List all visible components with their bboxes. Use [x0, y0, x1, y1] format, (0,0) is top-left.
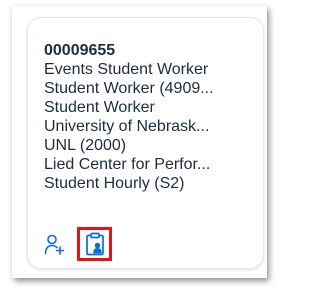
- position-card[interactable]: 00009655 Events Student Worker Student W…: [27, 17, 264, 269]
- employee-class: Student Hourly (S2): [44, 175, 185, 192]
- add-user-button[interactable]: [44, 233, 66, 255]
- assign-employee-button[interactable]: [77, 227, 112, 261]
- organization: University of Nebrask...: [44, 118, 210, 135]
- position-id: 00009655: [44, 42, 116, 59]
- position-title: Events Student Worker: [44, 61, 209, 78]
- job-title: Student Worker: [44, 99, 155, 116]
- company-code: UNL (2000): [44, 137, 127, 154]
- card-actions: [42, 224, 122, 264]
- clipboard-user-icon: [86, 232, 104, 256]
- department: Lied Center for Perfor...: [44, 156, 211, 173]
- screenshot-frame: 00009655 Events Student Worker Student W…: [12, 6, 267, 278]
- card-content: 00009655 Events Student Worker Student W…: [44, 41, 256, 193]
- job-code: Student Worker (4909...: [44, 80, 214, 97]
- add-user-icon: [44, 234, 65, 255]
